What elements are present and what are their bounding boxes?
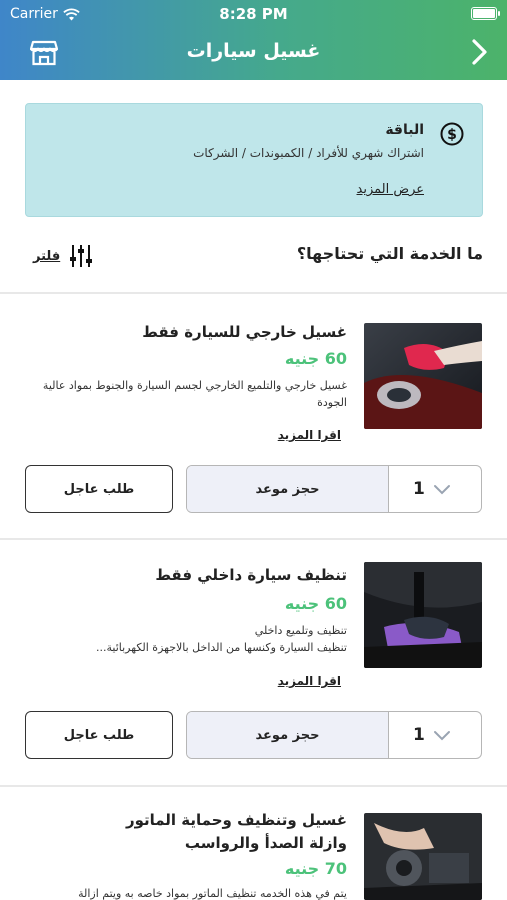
read-more-link[interactable]: اقرا المزيد: [278, 674, 341, 688]
filter-label: فلتر: [33, 248, 61, 264]
service-description: يتم في هذه الخدمه تنظيف الماتور بمواد خا…: [78, 887, 347, 900]
booking-control: حجز موعد 1: [186, 465, 482, 513]
service-price: 60 جنيه: [284, 349, 347, 368]
service-description: تنظيف وتلميع داخلي تنظيف السيارة وكنسها …: [96, 624, 347, 654]
service-card: غسيل وتنظيف وحماية الماتور وازلة الصدأ و…: [0, 787, 507, 900]
svg-text:$: $: [447, 127, 457, 143]
filter-button[interactable]: فلتر: [33, 243, 94, 269]
quantity-value[interactable]: 1: [413, 725, 425, 745]
service-title: تنظيف سيارة داخلي فقط: [155, 566, 347, 584]
service-price: 60 جنيه: [284, 594, 347, 613]
package-subtitle: اشتراك شهري للأفراد / الكمبوندات / الشرك…: [193, 146, 424, 160]
battery-icon: [471, 7, 500, 20]
chevron-right-icon[interactable]: [469, 38, 491, 66]
urgent-request-button[interactable]: طلب عاجل: [25, 711, 173, 759]
service-price: 70 جنيه: [284, 859, 347, 878]
page-title: غسيل سيارات: [186, 40, 321, 62]
book-appointment-button[interactable]: حجز موعد: [187, 712, 389, 758]
service-card: تنظيف سيارة داخلي فقط 60 جنيه تنظيف وتلم…: [0, 540, 507, 785]
chevron-down-icon[interactable]: [433, 480, 451, 498]
status-time: 8:28 PM: [219, 5, 288, 23]
read-more-link[interactable]: اقرا المزيد: [278, 428, 341, 442]
status-bar: Carrier 8:28 PM: [0, 0, 507, 28]
service-question: ما الخدمة التي تحتاجها؟: [296, 244, 483, 263]
exterior-wash-image: [364, 323, 482, 429]
engine-cleaning-image: [364, 813, 482, 900]
app-header: Carrier 8:28 PM غسيل سيارات: [0, 0, 507, 80]
quantity-value[interactable]: 1: [413, 479, 425, 499]
package-more-link[interactable]: عرض المزيد: [357, 182, 424, 197]
service-title: غسيل خارجي للسيارة فقط: [142, 323, 347, 341]
urgent-request-button[interactable]: طلب عاجل: [25, 465, 173, 513]
booking-control: حجز موعد 1: [186, 711, 482, 759]
interior-cleaning-image: [364, 562, 482, 668]
service-title: غسيل وتنظيف وحماية الماتور وازلة الصدأ و…: [125, 811, 347, 852]
sliders-icon: [70, 245, 93, 267]
package-card[interactable]: $ الباقة اشتراك شهري للأفراد / الكمبوندا…: [25, 103, 483, 217]
book-appointment-button[interactable]: حجز موعد: [187, 466, 389, 512]
chevron-down-icon[interactable]: [433, 726, 451, 744]
dollar-icon: $: [440, 122, 464, 146]
package-title: الباقة: [385, 122, 424, 138]
service-card: غسيل خارجي للسيارة فقط 60 جنيه غسيل خارج…: [0, 293, 507, 538]
service-description: غسيل خارجي والتلميع الخارجي لجسم السيارة…: [42, 379, 347, 409]
